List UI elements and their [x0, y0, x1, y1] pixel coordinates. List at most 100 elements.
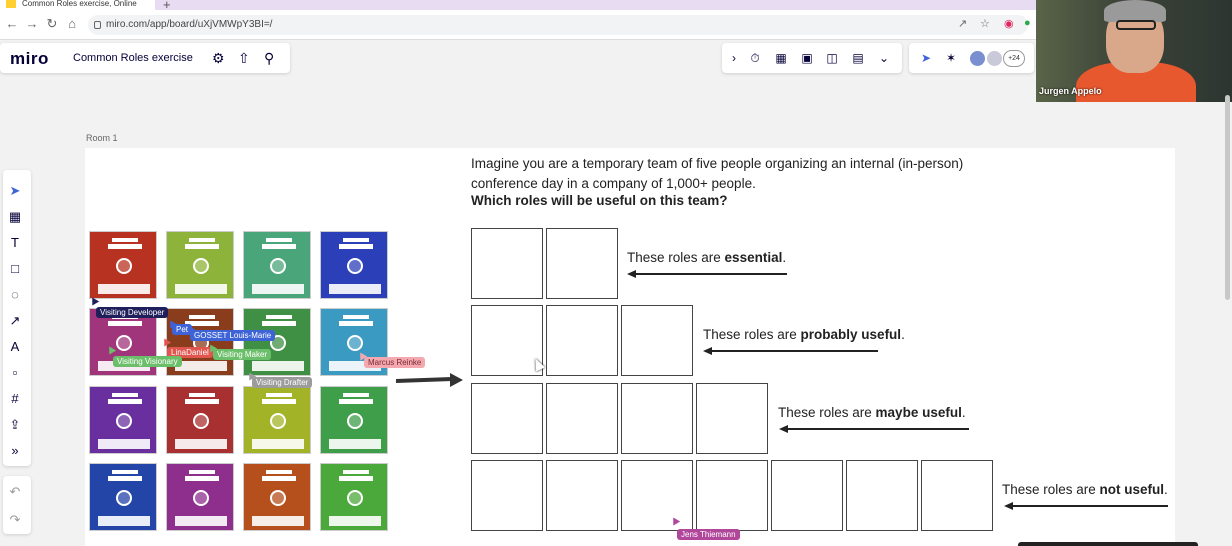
role-card[interactable]	[166, 231, 234, 299]
avatar[interactable]	[986, 50, 1003, 67]
role-card[interactable]	[166, 386, 234, 454]
collaborator-cursor-label: Jens Thiemann	[677, 529, 740, 540]
drop-box[interactable]	[621, 460, 693, 531]
card-role-icon	[347, 413, 363, 429]
row-arrow-head[interactable]	[627, 270, 636, 278]
focus-icon[interactable]: ▣	[799, 51, 815, 65]
url-bar[interactable]: miro.com/app/board/uXjVMWpY3BI=/	[88, 15, 1028, 35]
reload-icon[interactable]: ↻	[44, 16, 60, 32]
miro-logo[interactable]: miro	[10, 49, 49, 69]
more-tools-icon[interactable]: »	[8, 443, 22, 458]
drop-box[interactable]	[471, 460, 543, 531]
drop-box[interactable]	[546, 383, 618, 454]
more-collaborators-badge[interactable]: +24	[1003, 50, 1025, 67]
more-chevron-down-icon[interactable]: ⌄	[876, 51, 892, 65]
pen-icon[interactable]: A	[8, 339, 22, 354]
role-card[interactable]	[243, 386, 311, 454]
home-icon[interactable]: ⌂	[64, 16, 80, 31]
role-card[interactable]	[89, 231, 157, 299]
add-frame-icon[interactable]: ▦	[773, 51, 789, 65]
forward-arrow-icon[interactable]: →	[24, 16, 40, 31]
role-card[interactable]	[89, 386, 157, 454]
role-card[interactable]	[166, 463, 234, 531]
settings-gear-icon[interactable]: ⚙	[212, 50, 225, 67]
bookmark-star-icon[interactable]: ☆	[980, 17, 990, 30]
drop-box[interactable]	[921, 460, 993, 531]
row-label-suffix: .	[901, 327, 905, 342]
row-arrow-head[interactable]	[1004, 502, 1013, 510]
drop-box[interactable]	[546, 460, 618, 531]
reactions-confetti-icon[interactable]: ✶	[943, 51, 959, 65]
expand-chevron-icon[interactable]: ›	[726, 51, 742, 65]
drop-box[interactable]	[621, 305, 693, 376]
voting-icon[interactable]: ◫	[824, 51, 840, 65]
browser-tab[interactable]: Common Roles exercise, Online	[0, 0, 155, 10]
drop-box[interactable]	[621, 383, 693, 454]
row-label-suffix: .	[961, 405, 966, 420]
row-arrow-line[interactable]	[785, 428, 969, 430]
row-label-suffix: .	[782, 250, 787, 265]
notes-icon[interactable]: ▤	[850, 51, 866, 65]
comment-icon[interactable]: ▫	[8, 365, 22, 380]
row-arrow-line[interactable]	[709, 350, 878, 352]
cursor-follow-icon[interactable]: ➤	[918, 51, 934, 65]
lock-icon	[94, 21, 101, 29]
card-name-plate	[108, 244, 142, 249]
shapes-icon[interactable]: ◌	[8, 287, 22, 302]
row-label-prefix: These roles are	[1002, 482, 1100, 497]
role-card[interactable]	[243, 308, 311, 376]
drop-box[interactable]	[696, 460, 768, 531]
drop-box[interactable]	[546, 228, 618, 299]
screen-share-bar	[1018, 542, 1198, 546]
back-arrow-icon[interactable]: ←	[4, 16, 20, 31]
templates-icon[interactable]: ▦	[8, 209, 22, 225]
extension-icon[interactable]: ●	[1024, 17, 1031, 29]
avatar[interactable]	[969, 50, 986, 67]
timer-icon[interactable]: ⏱	[747, 51, 763, 66]
sticky-note-icon[interactable]: □	[8, 261, 22, 276]
share-page-icon[interactable]: ↗	[958, 17, 967, 30]
row-label[interactable]: These roles are not useful.	[1002, 482, 1168, 497]
row-arrow-head[interactable]	[779, 425, 788, 433]
role-card[interactable]	[243, 463, 311, 531]
frame-icon[interactable]: #	[8, 391, 22, 406]
redo-icon[interactable]: ↷	[8, 512, 22, 528]
connection-line-icon[interactable]: ↗	[8, 313, 22, 329]
board-title[interactable]: Common Roles exercise	[73, 52, 193, 64]
text-tool-icon[interactable]: T	[8, 235, 22, 250]
row-arrow-line[interactable]	[633, 273, 787, 275]
row-label-suffix: .	[1164, 482, 1168, 497]
row-arrow-head[interactable]	[703, 347, 712, 355]
drop-box[interactable]	[471, 383, 543, 454]
role-card[interactable]	[243, 231, 311, 299]
select-cursor-icon[interactable]: ➤	[8, 183, 22, 199]
drop-box[interactable]	[771, 460, 843, 531]
row-label[interactable]: These roles are essential.	[627, 250, 786, 265]
card-role-icon	[347, 258, 363, 274]
card-name-plate	[185, 244, 219, 249]
export-upload-icon[interactable]: ⇧	[238, 50, 250, 67]
card-description	[329, 439, 381, 449]
row-label-prefix: These roles are	[703, 327, 801, 342]
undo-icon[interactable]: ↶	[8, 484, 22, 500]
drop-box[interactable]	[846, 460, 918, 531]
role-card[interactable]	[320, 386, 388, 454]
question-bold: Which roles will be useful on this team?	[471, 193, 728, 208]
row-arrow-line[interactable]	[1010, 505, 1168, 507]
row-label[interactable]: These roles are maybe useful.	[778, 405, 966, 420]
collaborator-cursor-label: Visiting Maker	[213, 349, 272, 360]
card-header	[343, 315, 369, 319]
drop-box[interactable]	[696, 383, 768, 454]
pocket-extension-icon[interactable]: ◉	[1004, 17, 1014, 30]
role-card[interactable]	[320, 463, 388, 531]
upload-icon[interactable]: ⇪	[8, 417, 22, 433]
role-card[interactable]	[320, 231, 388, 299]
search-icon[interactable]: ⚲	[264, 50, 274, 67]
frame-title[interactable]: Room 1	[86, 133, 118, 143]
role-card[interactable]	[89, 463, 157, 531]
big-arrow-head[interactable]	[450, 373, 463, 387]
row-label[interactable]: These roles are probably useful.	[703, 327, 905, 342]
drop-box[interactable]	[471, 228, 543, 299]
drop-box[interactable]	[546, 305, 618, 376]
vertical-scrollbar[interactable]	[1225, 95, 1230, 300]
